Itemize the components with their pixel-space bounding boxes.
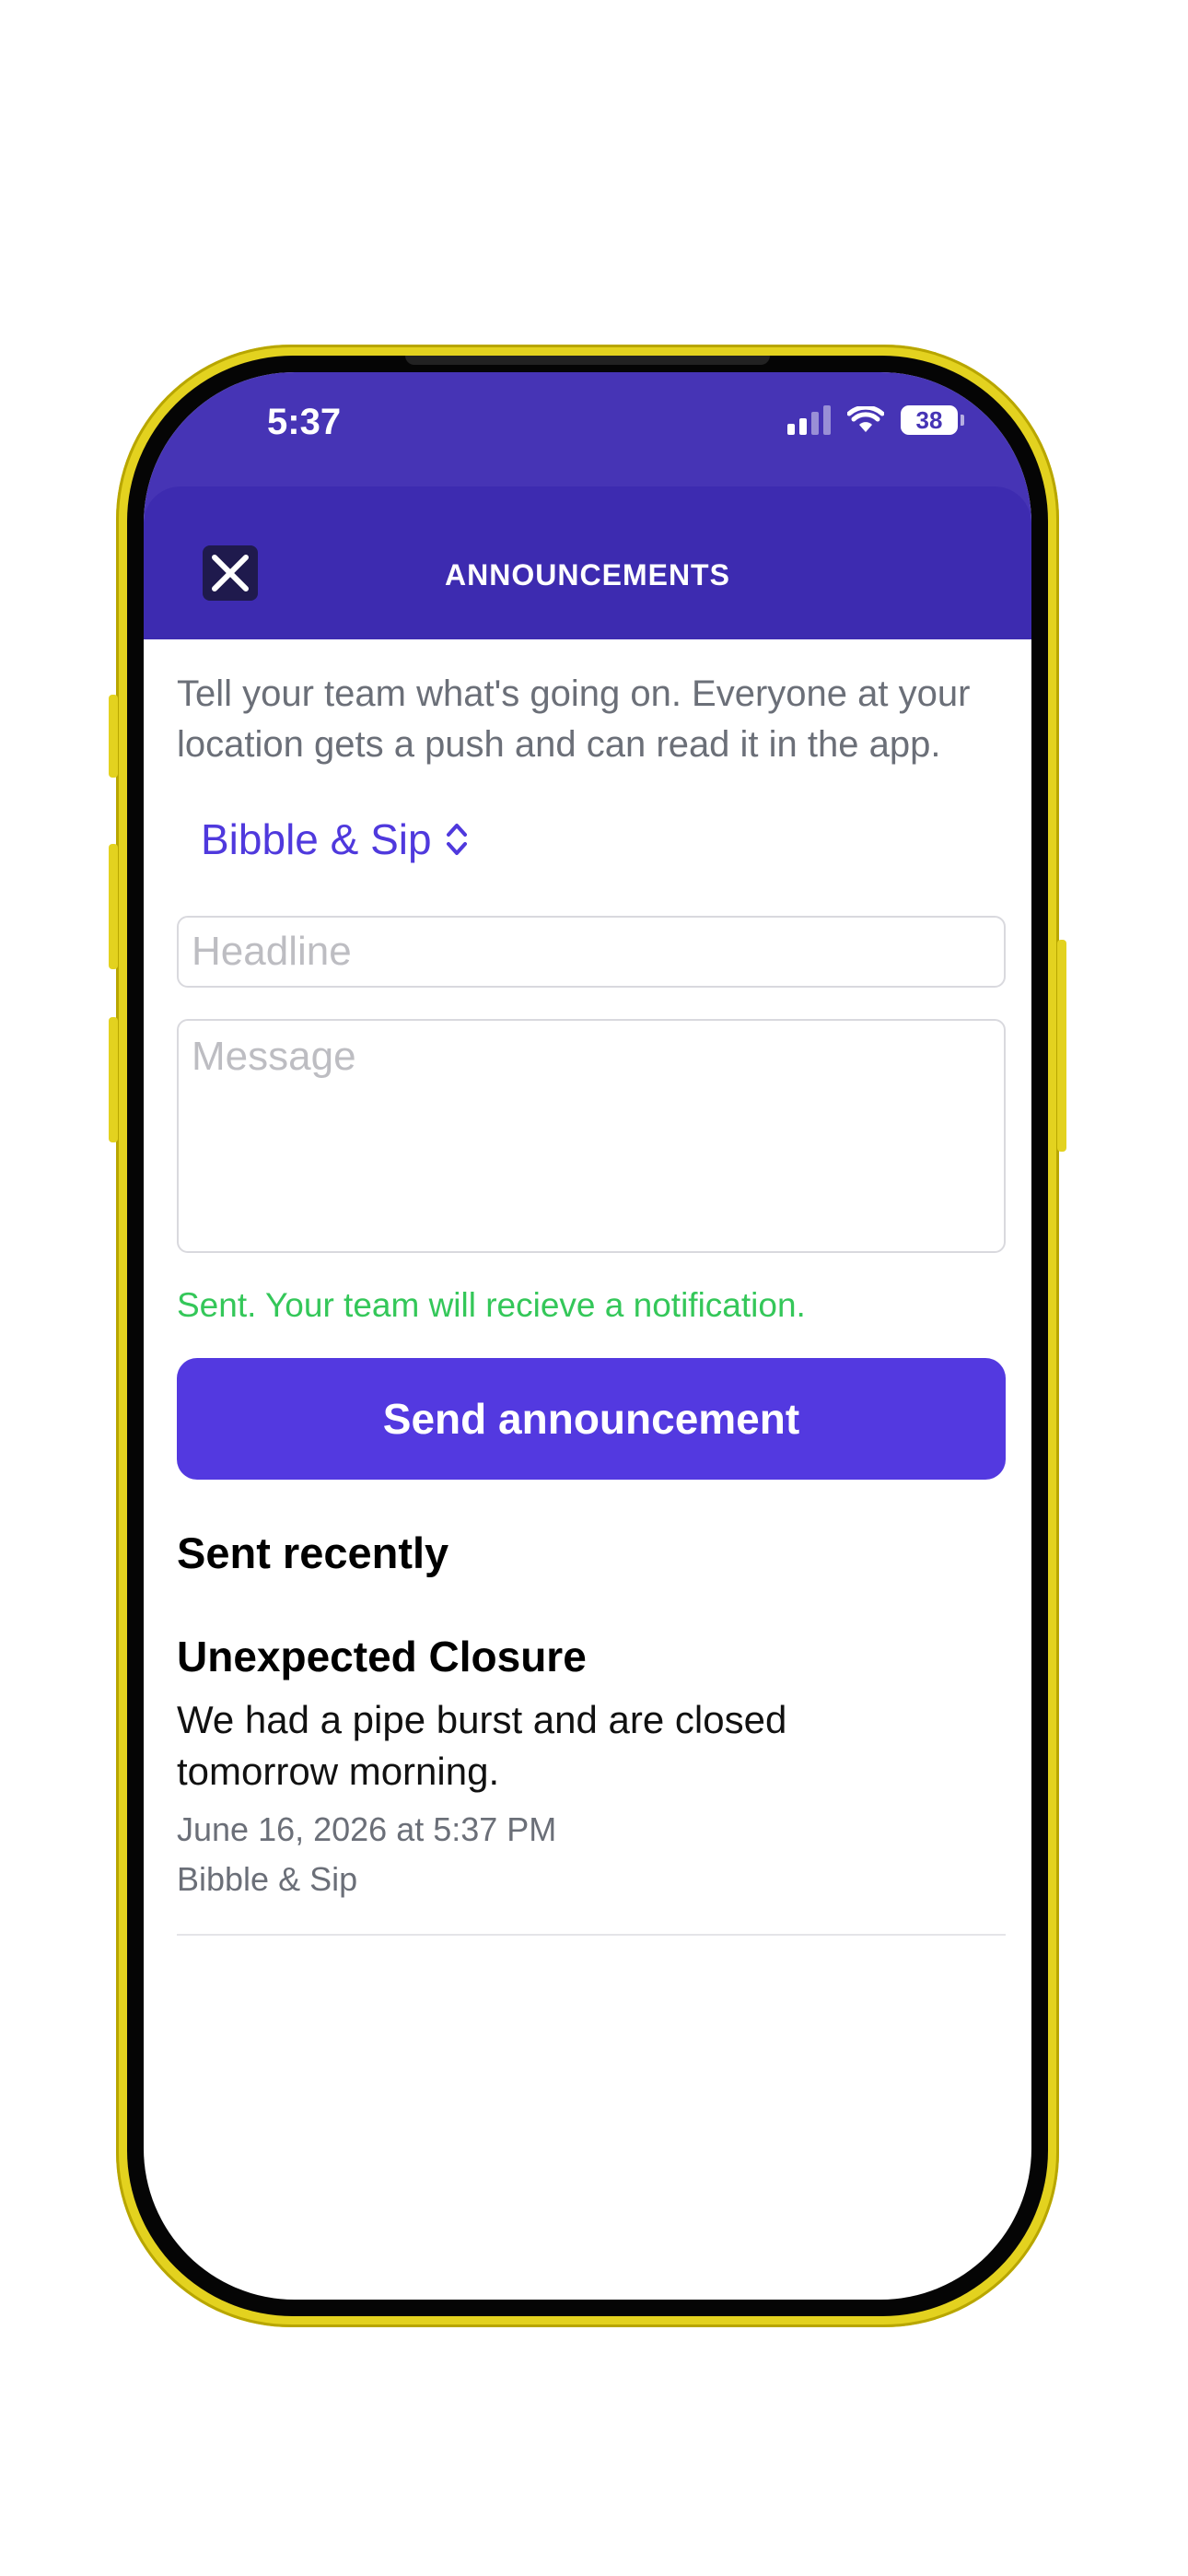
battery-icon: 38 [901, 405, 964, 435]
phone-volume-down [109, 1017, 118, 1142]
page-title: ANNOUNCEMENTS [445, 558, 730, 591]
phone-speaker [405, 356, 770, 365]
message-input[interactable] [177, 1019, 1006, 1253]
phone-silent-switch [109, 695, 118, 778]
intro-text: Tell your team what's going on. Everyone… [177, 673, 971, 765]
location-picker[interactable]: Bibble & Sip [201, 814, 1006, 864]
phone-volume-up [109, 844, 118, 969]
announcement-title: Unexpected Closure [177, 1633, 587, 1680]
chevron-up-down-icon [446, 824, 467, 855]
headline-input[interactable] [177, 916, 1006, 988]
status-icons: 38 [787, 405, 964, 435]
cellular-signal-icon [787, 405, 831, 435]
phone-power-button [1057, 940, 1066, 1152]
announcement-date: June 16, 2026 at 5:37 PM [177, 1810, 557, 1848]
phone-screen: 5:37 38 ANNOUNCEMENTS Tell your team wha… [144, 372, 1031, 2300]
announcement-location: Bibble & Sip [177, 1860, 358, 1898]
wifi-icon [847, 406, 884, 432]
location-picker-label: Bibble & Sip [201, 815, 432, 863]
send-announcement-button[interactable]: Send announcement [177, 1358, 1006, 1480]
compose-form: Tell your team what's going on. Everyone… [177, 669, 1006, 1936]
status-time: 5:37 [267, 402, 342, 442]
announcement-body: We had a pipe burst and are closed tomor… [177, 1698, 787, 1793]
sent-recently-heading: Sent recently [177, 1528, 449, 1577]
announcement-item[interactable]: Unexpected Closure We had a pipe burst a… [177, 1632, 1006, 1936]
success-message: Sent. Your team will recieve a notificat… [177, 1286, 806, 1324]
